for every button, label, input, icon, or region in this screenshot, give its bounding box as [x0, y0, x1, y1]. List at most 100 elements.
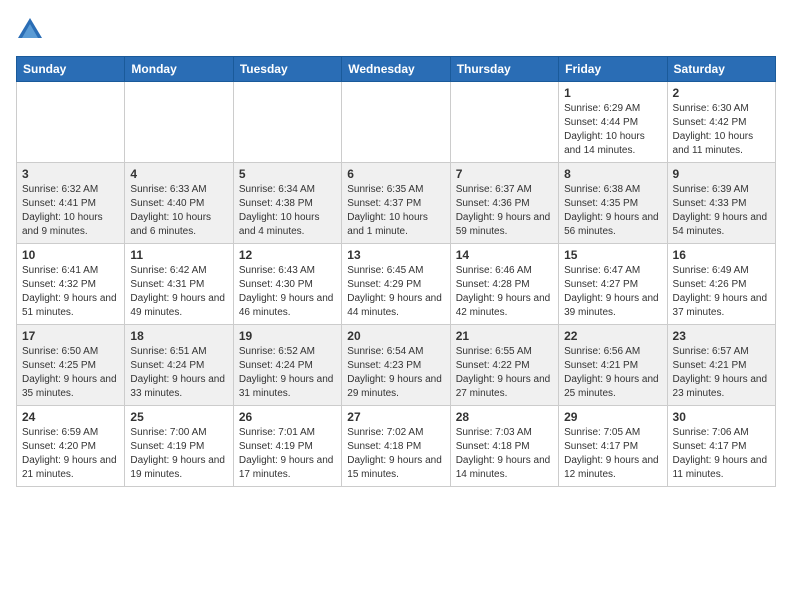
day-info: Sunrise: 6:49 AM Sunset: 4:26 PM Dayligh…: [673, 264, 770, 320]
day-info: Sunrise: 6:39 AM Sunset: 4:33 PM Dayligh…: [673, 183, 770, 239]
calendar-cell: [233, 82, 341, 163]
logo-icon: [16, 16, 44, 44]
day-number: 27: [347, 410, 444, 424]
day-info: Sunrise: 7:00 AM Sunset: 4:19 PM Dayligh…: [130, 426, 227, 482]
day-info: Sunrise: 6:34 AM Sunset: 4:38 PM Dayligh…: [239, 183, 336, 239]
day-info: Sunrise: 6:52 AM Sunset: 4:24 PM Dayligh…: [239, 345, 336, 401]
day-number: 25: [130, 410, 227, 424]
day-number: 15: [564, 248, 661, 262]
day-number: 5: [239, 167, 336, 181]
day-info: Sunrise: 6:35 AM Sunset: 4:37 PM Dayligh…: [347, 183, 444, 239]
day-info: Sunrise: 6:51 AM Sunset: 4:24 PM Dayligh…: [130, 345, 227, 401]
calendar-cell: 6 Sunrise: 6:35 AM Sunset: 4:37 PM Daylig…: [342, 163, 450, 244]
calendar-cell: 13 Sunrise: 6:45 AM Sunset: 4:29 PM Dayli…: [342, 244, 450, 325]
calendar-cell: [450, 82, 558, 163]
day-number: 17: [22, 329, 119, 343]
calendar-cell: 11 Sunrise: 6:42 AM Sunset: 4:31 PM Dayli…: [125, 244, 233, 325]
calendar-cell: 30 Sunrise: 7:06 AM Sunset: 4:17 PM Dayli…: [667, 406, 775, 487]
calendar-cell: [17, 82, 125, 163]
calendar: SundayMondayTuesdayWednesdayThursdayFrid…: [16, 56, 776, 487]
calendar-cell: 2Sunrise: 6:30 AM Sunset: 4:42 PM Daylig…: [667, 82, 775, 163]
day-number: 4: [130, 167, 227, 181]
day-number: 10: [22, 248, 119, 262]
day-header-tuesday: Tuesday: [233, 57, 341, 82]
day-number: 16: [673, 248, 770, 262]
day-info: Sunrise: 7:02 AM Sunset: 4:18 PM Dayligh…: [347, 426, 444, 482]
calendar-cell: 8 Sunrise: 6:38 AM Sunset: 4:35 PM Daylig…: [559, 163, 667, 244]
calendar-cell: 26 Sunrise: 7:01 AM Sunset: 4:19 PM Dayli…: [233, 406, 341, 487]
calendar-cell: 29 Sunrise: 7:05 AM Sunset: 4:17 PM Dayli…: [559, 406, 667, 487]
day-number: 18: [130, 329, 227, 343]
day-number: 24: [22, 410, 119, 424]
day-info: Sunrise: 7:03 AM Sunset: 4:18 PM Dayligh…: [456, 426, 553, 482]
calendar-cell: 19 Sunrise: 6:52 AM Sunset: 4:24 PM Dayli…: [233, 325, 341, 406]
day-number: 29: [564, 410, 661, 424]
calendar-cell: 28Sunrise: 7:03 AM Sunset: 4:18 PM Dayli…: [450, 406, 558, 487]
calendar-cell: 9 Sunrise: 6:39 AM Sunset: 4:33 PM Daylig…: [667, 163, 775, 244]
calendar-cell: 15 Sunrise: 6:47 AM Sunset: 4:27 PM Dayli…: [559, 244, 667, 325]
day-info: Sunrise: 6:45 AM Sunset: 4:29 PM Dayligh…: [347, 264, 444, 320]
day-info: Sunrise: 6:47 AM Sunset: 4:27 PM Dayligh…: [564, 264, 661, 320]
day-header-monday: Monday: [125, 57, 233, 82]
day-number: 21: [456, 329, 553, 343]
calendar-cell: 25 Sunrise: 7:00 AM Sunset: 4:19 PM Dayli…: [125, 406, 233, 487]
calendar-week-5: 24 Sunrise: 6:59 AM Sunset: 4:20 PM Dayli…: [17, 406, 776, 487]
day-info: Sunrise: 6:54 AM Sunset: 4:23 PM Dayligh…: [347, 345, 444, 401]
calendar-cell: 12 Sunrise: 6:43 AM Sunset: 4:30 PM Dayli…: [233, 244, 341, 325]
calendar-cell: 5 Sunrise: 6:34 AM Sunset: 4:38 PM Daylig…: [233, 163, 341, 244]
calendar-week-3: 10Sunrise: 6:41 AM Sunset: 4:32 PM Dayli…: [17, 244, 776, 325]
day-info: Sunrise: 6:50 AM Sunset: 4:25 PM Dayligh…: [22, 345, 119, 401]
calendar-cell: 16 Sunrise: 6:49 AM Sunset: 4:26 PM Dayli…: [667, 244, 775, 325]
day-info: Sunrise: 7:05 AM Sunset: 4:17 PM Dayligh…: [564, 426, 661, 482]
calendar-cell: 27 Sunrise: 7:02 AM Sunset: 4:18 PM Dayli…: [342, 406, 450, 487]
day-number: 3: [22, 167, 119, 181]
day-number: 2: [673, 86, 770, 100]
calendar-cell: 14Sunrise: 6:46 AM Sunset: 4:28 PM Dayli…: [450, 244, 558, 325]
calendar-week-4: 17 Sunrise: 6:50 AM Sunset: 4:25 PM Dayli…: [17, 325, 776, 406]
day-info: Sunrise: 7:06 AM Sunset: 4:17 PM Dayligh…: [673, 426, 770, 482]
calendar-cell: 1Sunrise: 6:29 AM Sunset: 4:44 PM Daylig…: [559, 82, 667, 163]
day-number: 6: [347, 167, 444, 181]
calendar-cell: 4 Sunrise: 6:33 AM Sunset: 4:40 PM Daylig…: [125, 163, 233, 244]
calendar-week-1: 1Sunrise: 6:29 AM Sunset: 4:44 PM Daylig…: [17, 82, 776, 163]
day-info: Sunrise: 6:38 AM Sunset: 4:35 PM Dayligh…: [564, 183, 661, 239]
day-number: 11: [130, 248, 227, 262]
day-info: Sunrise: 6:37 AM Sunset: 4:36 PM Dayligh…: [456, 183, 553, 239]
calendar-cell: 22 Sunrise: 6:56 AM Sunset: 4:21 PM Dayli…: [559, 325, 667, 406]
day-info: Sunrise: 6:43 AM Sunset: 4:30 PM Dayligh…: [239, 264, 336, 320]
calendar-cell: [125, 82, 233, 163]
day-number: 26: [239, 410, 336, 424]
day-number: 23: [673, 329, 770, 343]
day-number: 9: [673, 167, 770, 181]
logo: [16, 16, 48, 44]
day-number: 12: [239, 248, 336, 262]
day-number: 19: [239, 329, 336, 343]
day-info: Sunrise: 6:46 AM Sunset: 4:28 PM Dayligh…: [456, 264, 553, 320]
day-number: 22: [564, 329, 661, 343]
day-info: Sunrise: 6:55 AM Sunset: 4:22 PM Dayligh…: [456, 345, 553, 401]
calendar-cell: 21 Sunrise: 6:55 AM Sunset: 4:22 PM Dayli…: [450, 325, 558, 406]
day-header-friday: Friday: [559, 57, 667, 82]
day-header-thursday: Thursday: [450, 57, 558, 82]
day-header-sunday: Sunday: [17, 57, 125, 82]
day-number: 1: [564, 86, 661, 100]
day-info: Sunrise: 6:57 AM Sunset: 4:21 PM Dayligh…: [673, 345, 770, 401]
day-number: 20: [347, 329, 444, 343]
day-header-saturday: Saturday: [667, 57, 775, 82]
calendar-cell: [342, 82, 450, 163]
calendar-cell: 20 Sunrise: 6:54 AM Sunset: 4:23 PM Dayli…: [342, 325, 450, 406]
page-header: [16, 16, 776, 44]
day-info: Sunrise: 7:01 AM Sunset: 4:19 PM Dayligh…: [239, 426, 336, 482]
day-info: Sunrise: 6:59 AM Sunset: 4:20 PM Dayligh…: [22, 426, 119, 482]
calendar-week-2: 3Sunrise: 6:32 AM Sunset: 4:41 PM Daylig…: [17, 163, 776, 244]
day-info: Sunrise: 6:33 AM Sunset: 4:40 PM Dayligh…: [130, 183, 227, 239]
day-number: 8: [564, 167, 661, 181]
calendar-cell: 3Sunrise: 6:32 AM Sunset: 4:41 PM Daylig…: [17, 163, 125, 244]
day-number: 13: [347, 248, 444, 262]
calendar-cell: 17 Sunrise: 6:50 AM Sunset: 4:25 PM Dayli…: [17, 325, 125, 406]
day-number: 30: [673, 410, 770, 424]
day-info: Sunrise: 6:56 AM Sunset: 4:21 PM Dayligh…: [564, 345, 661, 401]
day-info: Sunrise: 6:42 AM Sunset: 4:31 PM Dayligh…: [130, 264, 227, 320]
calendar-header-row: SundayMondayTuesdayWednesdayThursdayFrid…: [17, 57, 776, 82]
day-header-wednesday: Wednesday: [342, 57, 450, 82]
